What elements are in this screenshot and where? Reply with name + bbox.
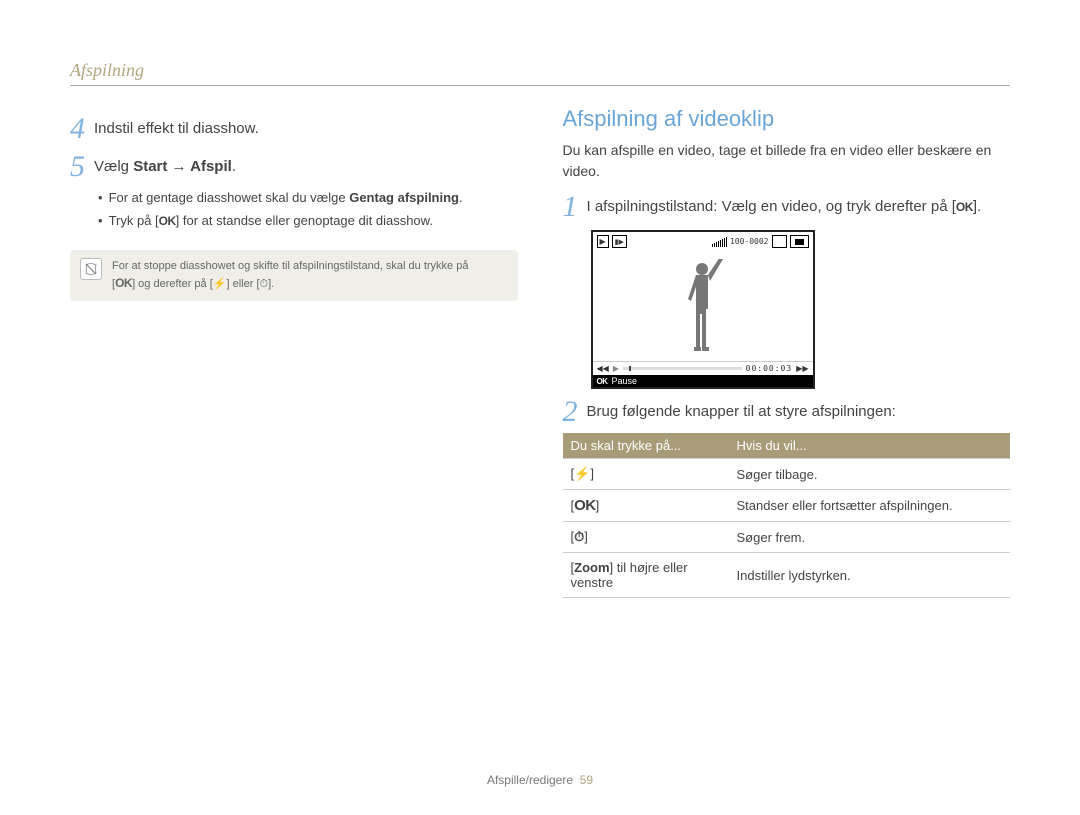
ok-icon: OK — [574, 497, 596, 514]
play-mode-icon: ▶ — [597, 235, 609, 248]
table-header-action: Hvis du vil... — [729, 433, 1011, 459]
step-number: 1 — [563, 192, 587, 222]
ok-icon: OK — [956, 198, 973, 216]
header-title: Afspilning — [70, 60, 144, 80]
bullet-bold: Gentag afspilning — [349, 190, 459, 205]
table-header-row: Du skal trykke på... Hvis du vil... — [563, 433, 1011, 459]
step5-bold: Start → Afspil — [133, 158, 232, 175]
note-icon — [80, 258, 102, 280]
table-cell-press: [Zoom] til højre eller venstre — [563, 553, 729, 598]
footer-section: Afspille/redigere — [487, 773, 573, 787]
table-cell-action: Indstiller lydstyrken. — [729, 553, 1011, 598]
table-cell-press: [OK] — [563, 490, 729, 522]
page-header: Afspilning — [70, 60, 1010, 86]
timer-icon: ⏱ — [260, 278, 269, 290]
rewind-icon: ◀◀ — [597, 364, 609, 373]
left-column: 4 Indstil effekt til diasshow. 5 Vælg St… — [70, 106, 518, 598]
bullet-item: For at gentage diasshowet skal du vælge … — [98, 188, 518, 209]
step-2: 2 Brug følgende knapper til at styre afs… — [563, 397, 1011, 427]
bullet-item: Tryk på [OK] for at standse eller genopt… — [98, 211, 518, 232]
step5-prefix: Vælg — [94, 158, 133, 175]
note-text-part: ]. — [268, 278, 274, 290]
progress-bar-row: ◀◀ ▶ 00:00:03 ▶▶ — [593, 361, 813, 375]
table-row: [OK] Standser eller fortsætter afspilnin… — [563, 490, 1011, 522]
play-small-icon: ▶ — [613, 364, 619, 373]
step-5: 5 Vælg Start → Afspil. — [70, 152, 518, 182]
intro-paragraph: Du kan afspille en video, tage et billed… — [563, 140, 1011, 182]
step5-bullets: For at gentage diasshowet skal du vælge … — [98, 188, 518, 232]
page-number: 59 — [580, 773, 593, 787]
volume-icon — [712, 236, 727, 247]
note-text: For at stoppe diasshowet og skifte til a… — [112, 258, 468, 293]
video-icon: ▮▶ — [612, 235, 627, 248]
pause-label: Pause — [612, 376, 638, 386]
table-header-press: Du skal trykke på... — [563, 433, 729, 459]
page-footer: Afspille/redigere 59 — [0, 773, 1080, 787]
step1-text-b: ]. — [973, 198, 981, 215]
elapsed-time: 00:00:03 — [746, 364, 793, 373]
zoom-label: Zoom — [574, 560, 609, 575]
table-cell-press: [⏱] — [563, 522, 729, 553]
bullet-text: Tryk på [ — [109, 213, 159, 228]
controls-table: Du skal trykke på... Hvis du vil... [⚡] … — [563, 433, 1011, 598]
step-text: Vælg Start → Afspil. — [94, 152, 236, 179]
file-index: 100-0002 — [730, 237, 769, 246]
table-row: [⚡] Søger tilbage. — [563, 459, 1011, 490]
step5-suffix: . — [232, 158, 236, 175]
content-columns: 4 Indstil effekt til diasshow. 5 Vælg St… — [70, 106, 1010, 598]
screen-status-bar: ▶ ▮▶ 100-0002 — [593, 232, 813, 251]
ok-icon: OK — [159, 212, 176, 231]
step-4: 4 Indstil effekt til diasshow. — [70, 114, 518, 144]
person-silhouette-icon — [678, 259, 728, 359]
ok-icon: OK — [597, 377, 608, 386]
video-frame — [593, 251, 813, 361]
note-text-part: ] og derefter på [ — [132, 278, 213, 290]
note-box: For at stoppe diasshowet og skifte til a… — [70, 250, 518, 301]
table-row: [Zoom] til højre eller venstre Indstille… — [563, 553, 1011, 598]
table-row: [⏱] Søger frem. — [563, 522, 1011, 553]
screen-bottom-bar: OK Pause — [593, 375, 813, 387]
timer-icon: ⏱ — [574, 529, 584, 544]
step-text: I afspilningstilstand: Vælg en video, og… — [587, 192, 982, 219]
step-number: 4 — [70, 114, 94, 144]
step-text: Indstil effekt til diasshow. — [94, 114, 259, 141]
bracket: ] — [596, 498, 600, 513]
step-number: 5 — [70, 152, 94, 182]
bullet-text: ] for at standse eller genoptage dit dia… — [176, 213, 433, 228]
note-line1: For at stoppe diasshowet og skifte til a… — [112, 260, 468, 272]
right-column: Afspilning af videoklip Du kan afspille … — [563, 106, 1011, 598]
battery-icon — [790, 235, 809, 248]
ok-icon: OK — [115, 274, 132, 292]
step-number: 2 — [563, 397, 587, 427]
bullet-text: . — [459, 190, 463, 205]
forward-icon: ▶▶ — [796, 364, 808, 373]
bracket: ] — [590, 466, 594, 481]
flash-icon: ⚡ — [213, 278, 227, 290]
bullet-text: For at gentage diasshowet skal du vælge — [109, 190, 350, 205]
step1-text-a: I afspilningstilstand: Vælg en video, og… — [587, 198, 956, 215]
table-cell-action: Søger frem. — [729, 522, 1011, 553]
table-cell-action: Standser eller fortsætter afspilningen. — [729, 490, 1011, 522]
memory-card-icon — [772, 235, 787, 248]
note-text-part: ] eller [ — [226, 278, 259, 290]
step-text: Brug følgende knapper til at styre afspi… — [587, 397, 896, 424]
bracket: ] — [584, 529, 588, 544]
table-cell-action: Søger tilbage. — [729, 459, 1011, 490]
camera-screen-illustration: ▶ ▮▶ 100-0002 — [591, 230, 815, 389]
section-heading: Afspilning af videoklip — [563, 106, 1011, 132]
progress-bar — [623, 367, 742, 370]
flash-icon: ⚡ — [574, 466, 590, 481]
table-cell-press: [⚡] — [563, 459, 729, 490]
step-1: 1 I afspilningstilstand: Vælg en video, … — [563, 192, 1011, 222]
